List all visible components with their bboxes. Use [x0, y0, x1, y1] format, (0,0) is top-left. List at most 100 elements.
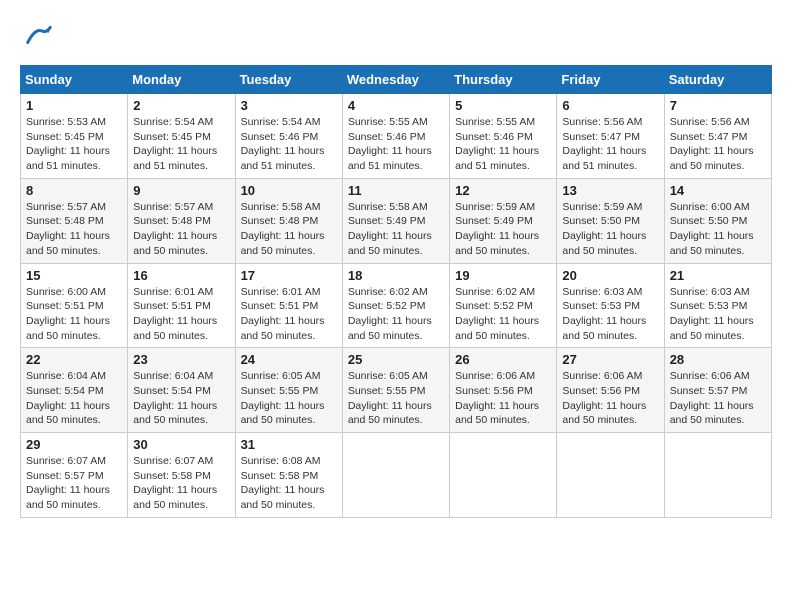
day-number: 5	[455, 98, 551, 113]
page-header	[20, 20, 772, 55]
calendar-body: 1 Sunrise: 5:53 AM Sunset: 5:45 PM Daylig…	[21, 94, 772, 518]
day-number: 3	[241, 98, 337, 113]
calendar-cell: 14 Sunrise: 6:00 AM Sunset: 5:50 PM Dayli…	[664, 178, 771, 263]
calendar-cell: 28 Sunrise: 6:06 AM Sunset: 5:57 PM Dayli…	[664, 348, 771, 433]
day-info: Sunrise: 5:59 AM Sunset: 5:49 PM Dayligh…	[455, 200, 551, 259]
calendar-cell: 30 Sunrise: 6:07 AM Sunset: 5:58 PM Dayli…	[128, 433, 235, 518]
day-header-sunday: Sunday	[21, 66, 128, 94]
calendar-cell: 23Sunrise: 6:04 AM Sunset: 5:54 PM Dayli…	[128, 348, 235, 433]
day-number: 23	[133, 352, 229, 367]
day-number: 26	[455, 352, 551, 367]
day-info: Sunrise: 6:08 AM Sunset: 5:58 PM Dayligh…	[241, 454, 337, 513]
day-header-tuesday: Tuesday	[235, 66, 342, 94]
calendar-cell: 18 Sunrise: 6:02 AM Sunset: 5:52 PM Dayli…	[342, 263, 449, 348]
calendar-cell: 15Sunrise: 6:00 AM Sunset: 5:51 PM Dayli…	[21, 263, 128, 348]
day-info: Sunrise: 6:06 AM Sunset: 5:56 PM Dayligh…	[562, 369, 658, 428]
calendar-cell: 26 Sunrise: 6:06 AM Sunset: 5:56 PM Dayli…	[450, 348, 557, 433]
day-info: Sunrise: 5:57 AM Sunset: 5:48 PM Dayligh…	[133, 200, 229, 259]
days-of-week-row: SundayMondayTuesdayWednesdayThursdayFrid…	[21, 66, 772, 94]
day-number: 12	[455, 183, 551, 198]
day-info: Sunrise: 5:55 AM Sunset: 5:46 PM Dayligh…	[455, 115, 551, 174]
logo-icon	[24, 20, 54, 50]
day-info: Sunrise: 6:02 AM Sunset: 5:52 PM Dayligh…	[348, 285, 444, 344]
day-header-friday: Friday	[557, 66, 664, 94]
calendar-cell: 7Sunrise: 5:56 AM Sunset: 5:47 PM Daylig…	[664, 94, 771, 179]
week-row-3: 15Sunrise: 6:00 AM Sunset: 5:51 PM Dayli…	[21, 263, 772, 348]
day-info: Sunrise: 5:58 AM Sunset: 5:48 PM Dayligh…	[241, 200, 337, 259]
calendar-cell: 12 Sunrise: 5:59 AM Sunset: 5:49 PM Dayli…	[450, 178, 557, 263]
day-info: Sunrise: 6:01 AM Sunset: 5:51 PM Dayligh…	[133, 285, 229, 344]
calendar-cell: 6 Sunrise: 5:56 AM Sunset: 5:47 PM Daylig…	[557, 94, 664, 179]
day-number: 21	[670, 268, 766, 283]
day-number: 13	[562, 183, 658, 198]
week-row-1: 1 Sunrise: 5:53 AM Sunset: 5:45 PM Daylig…	[21, 94, 772, 179]
day-number: 22	[26, 352, 122, 367]
calendar-cell: 5 Sunrise: 5:55 AM Sunset: 5:46 PM Daylig…	[450, 94, 557, 179]
day-header-wednesday: Wednesday	[342, 66, 449, 94]
day-info: Sunrise: 6:00 AM Sunset: 5:50 PM Dayligh…	[670, 200, 766, 259]
day-info: Sunrise: 6:07 AM Sunset: 5:58 PM Dayligh…	[133, 454, 229, 513]
calendar-cell: 8 Sunrise: 5:57 AM Sunset: 5:48 PM Daylig…	[21, 178, 128, 263]
day-info: Sunrise: 5:59 AM Sunset: 5:50 PM Dayligh…	[562, 200, 658, 259]
calendar-cell	[450, 433, 557, 518]
calendar-cell: 24Sunrise: 6:05 AM Sunset: 5:55 PM Dayli…	[235, 348, 342, 433]
day-info: Sunrise: 5:55 AM Sunset: 5:46 PM Dayligh…	[348, 115, 444, 174]
calendar-cell: 9 Sunrise: 5:57 AM Sunset: 5:48 PM Daylig…	[128, 178, 235, 263]
day-info: Sunrise: 5:56 AM Sunset: 5:47 PM Dayligh…	[562, 115, 658, 174]
day-info: Sunrise: 5:53 AM Sunset: 5:45 PM Dayligh…	[26, 115, 122, 174]
calendar-cell	[664, 433, 771, 518]
day-header-saturday: Saturday	[664, 66, 771, 94]
day-number: 25	[348, 352, 444, 367]
day-info: Sunrise: 5:54 AM Sunset: 5:45 PM Dayligh…	[133, 115, 229, 174]
calendar-cell	[342, 433, 449, 518]
week-row-2: 8 Sunrise: 5:57 AM Sunset: 5:48 PM Daylig…	[21, 178, 772, 263]
day-info: Sunrise: 6:06 AM Sunset: 5:57 PM Dayligh…	[670, 369, 766, 428]
calendar-cell: 10Sunrise: 5:58 AM Sunset: 5:48 PM Dayli…	[235, 178, 342, 263]
day-info: Sunrise: 6:07 AM Sunset: 5:57 PM Dayligh…	[26, 454, 122, 513]
day-number: 17	[241, 268, 337, 283]
calendar-cell: 2 Sunrise: 5:54 AM Sunset: 5:45 PM Daylig…	[128, 94, 235, 179]
day-number: 11	[348, 183, 444, 198]
day-number: 6	[562, 98, 658, 113]
day-number: 18	[348, 268, 444, 283]
calendar-cell: 4 Sunrise: 5:55 AM Sunset: 5:46 PM Daylig…	[342, 94, 449, 179]
calendar-cell: 31Sunrise: 6:08 AM Sunset: 5:58 PM Dayli…	[235, 433, 342, 518]
calendar-header: SundayMondayTuesdayWednesdayThursdayFrid…	[21, 66, 772, 94]
day-number: 24	[241, 352, 337, 367]
day-number: 27	[562, 352, 658, 367]
day-number: 29	[26, 437, 122, 452]
day-info: Sunrise: 5:57 AM Sunset: 5:48 PM Dayligh…	[26, 200, 122, 259]
calendar-cell: 13 Sunrise: 5:59 AM Sunset: 5:50 PM Dayli…	[557, 178, 664, 263]
day-info: Sunrise: 6:01 AM Sunset: 5:51 PM Dayligh…	[241, 285, 337, 344]
day-info: Sunrise: 6:04 AM Sunset: 5:54 PM Dayligh…	[26, 369, 122, 428]
calendar-cell: 11 Sunrise: 5:58 AM Sunset: 5:49 PM Dayli…	[342, 178, 449, 263]
day-header-thursday: Thursday	[450, 66, 557, 94]
day-info: Sunrise: 6:05 AM Sunset: 5:55 PM Dayligh…	[348, 369, 444, 428]
day-number: 28	[670, 352, 766, 367]
day-info: Sunrise: 6:03 AM Sunset: 5:53 PM Dayligh…	[562, 285, 658, 344]
calendar: SundayMondayTuesdayWednesdayThursdayFrid…	[20, 65, 772, 518]
day-info: Sunrise: 6:02 AM Sunset: 5:52 PM Dayligh…	[455, 285, 551, 344]
day-info: Sunrise: 6:00 AM Sunset: 5:51 PM Dayligh…	[26, 285, 122, 344]
day-number: 2	[133, 98, 229, 113]
day-number: 4	[348, 98, 444, 113]
calendar-cell: 19 Sunrise: 6:02 AM Sunset: 5:52 PM Dayli…	[450, 263, 557, 348]
day-info: Sunrise: 6:06 AM Sunset: 5:56 PM Dayligh…	[455, 369, 551, 428]
day-info: Sunrise: 5:56 AM Sunset: 5:47 PM Dayligh…	[670, 115, 766, 174]
calendar-cell: 22 Sunrise: 6:04 AM Sunset: 5:54 PM Dayli…	[21, 348, 128, 433]
day-number: 19	[455, 268, 551, 283]
day-info: Sunrise: 5:58 AM Sunset: 5:49 PM Dayligh…	[348, 200, 444, 259]
day-number: 14	[670, 183, 766, 198]
calendar-cell: 17 Sunrise: 6:01 AM Sunset: 5:51 PM Dayli…	[235, 263, 342, 348]
day-number: 20	[562, 268, 658, 283]
day-number: 9	[133, 183, 229, 198]
day-number: 8	[26, 183, 122, 198]
calendar-cell: 21Sunrise: 6:03 AM Sunset: 5:53 PM Dayli…	[664, 263, 771, 348]
day-number: 1	[26, 98, 122, 113]
calendar-cell: 29 Sunrise: 6:07 AM Sunset: 5:57 PM Dayli…	[21, 433, 128, 518]
calendar-cell: 3Sunrise: 5:54 AM Sunset: 5:46 PM Daylig…	[235, 94, 342, 179]
calendar-cell	[557, 433, 664, 518]
week-row-5: 29 Sunrise: 6:07 AM Sunset: 5:57 PM Dayli…	[21, 433, 772, 518]
calendar-cell: 1 Sunrise: 5:53 AM Sunset: 5:45 PM Daylig…	[21, 94, 128, 179]
day-number: 30	[133, 437, 229, 452]
